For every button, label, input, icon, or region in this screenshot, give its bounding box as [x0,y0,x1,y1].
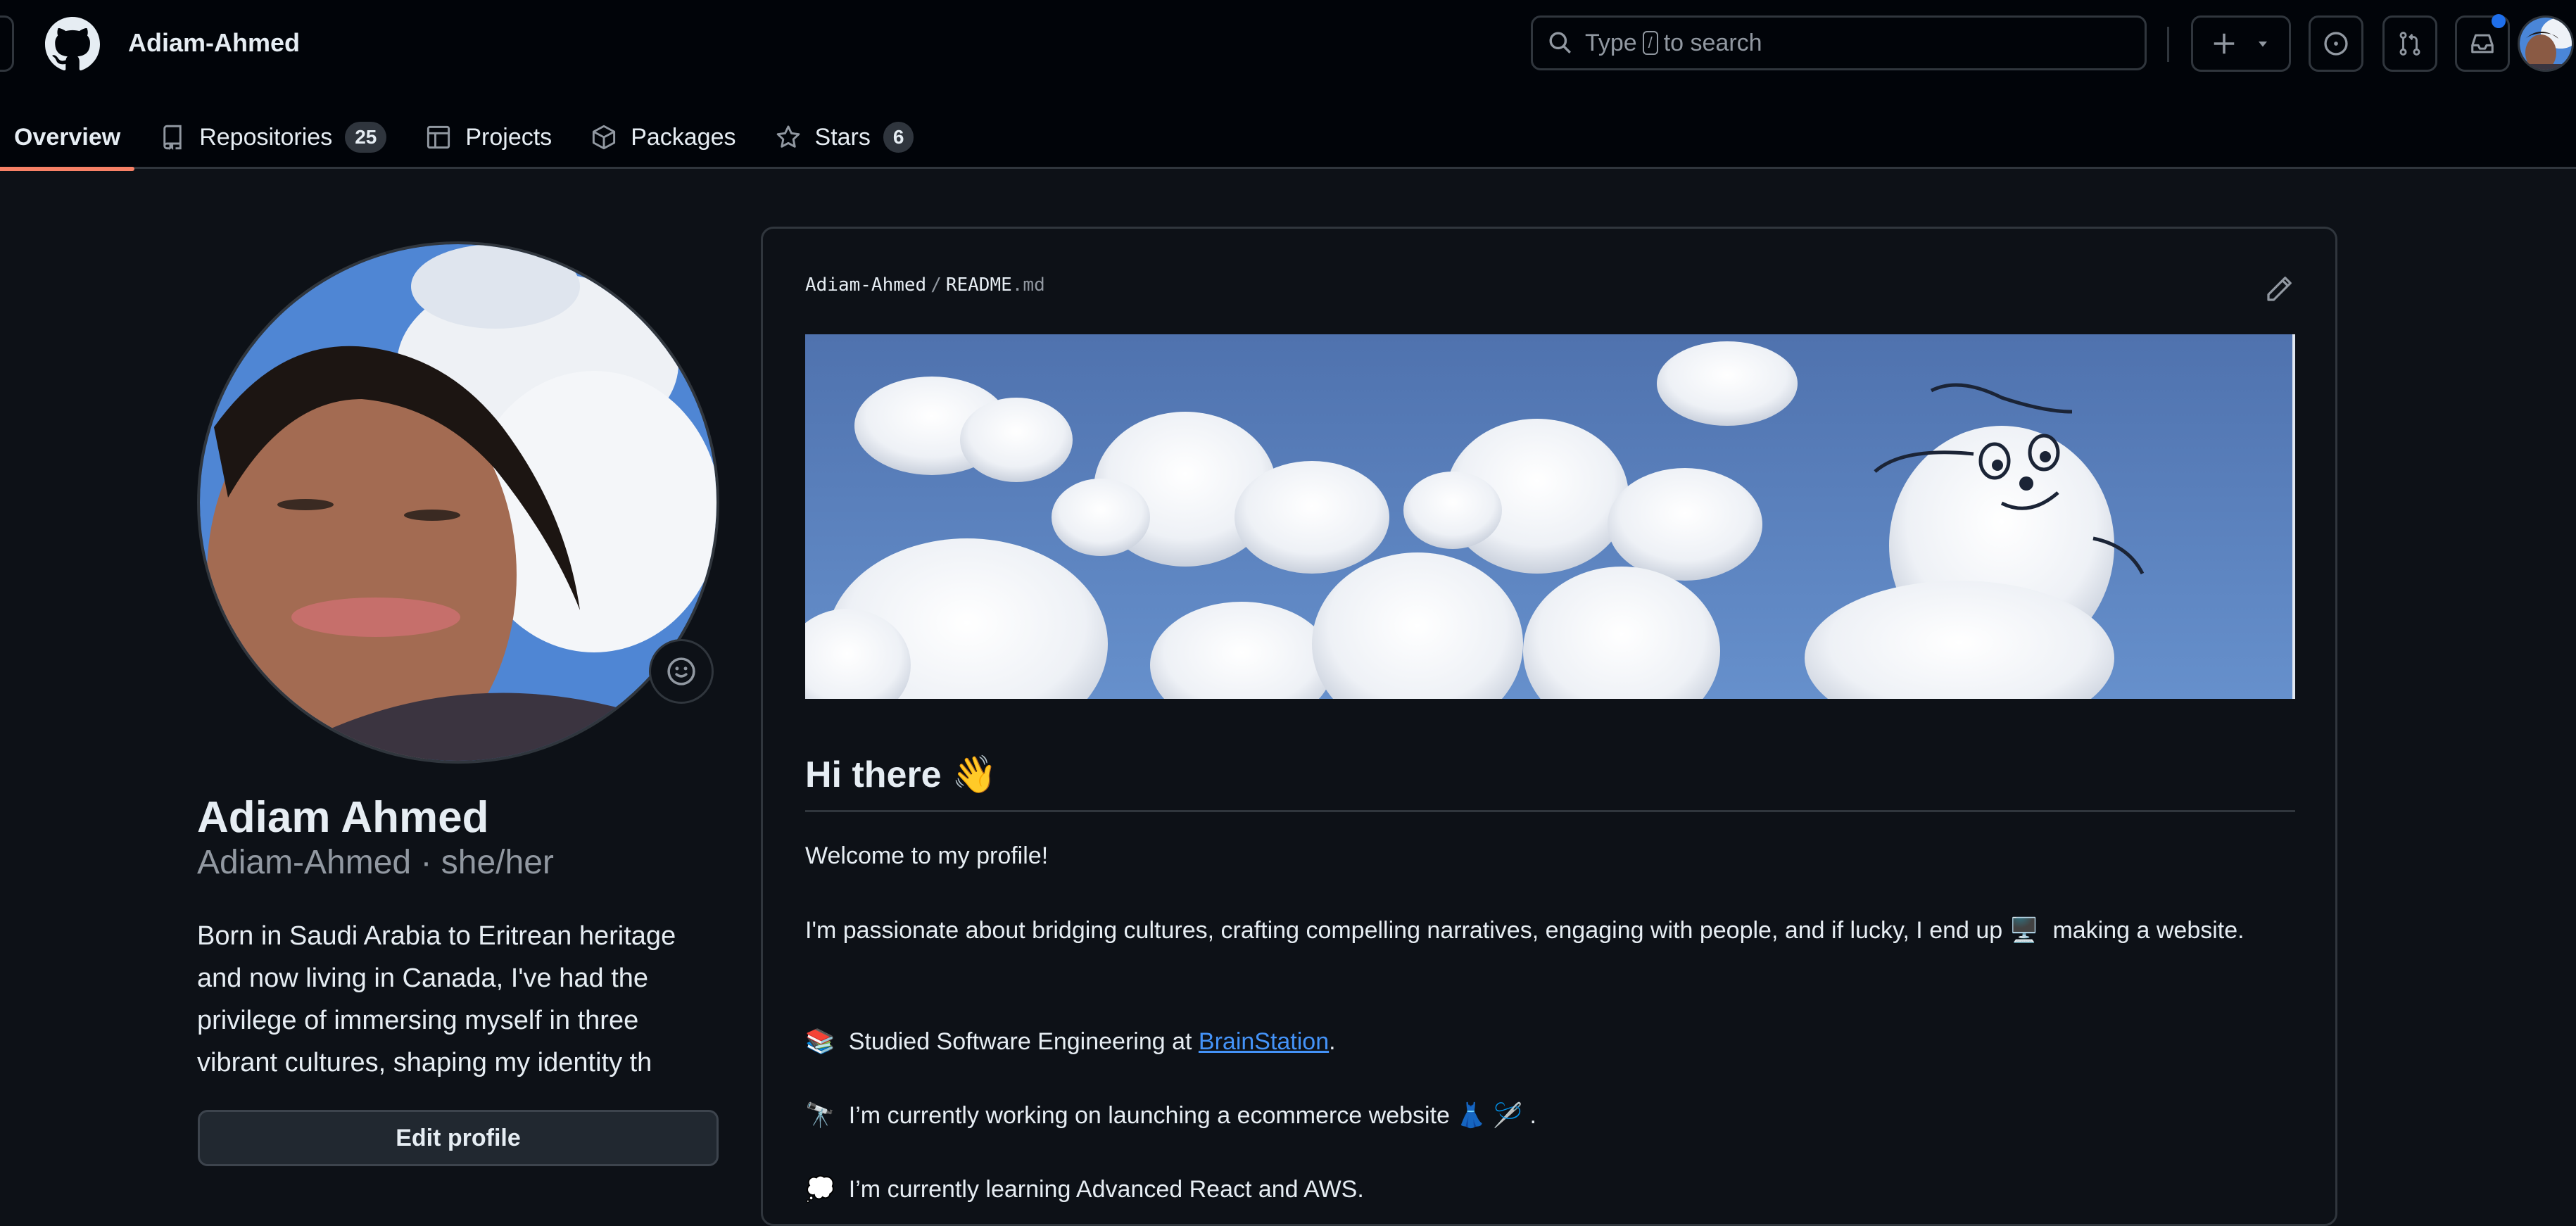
profile-login-pronouns: Adiam-Ahmed · she/her [197,844,554,881]
passion-text: I'm passionate about bridging cultures, … [805,917,2003,944]
welcome-paragraph: Welcome to my profile! [805,842,1049,869]
working-text: I’m currently working on launching a eco… [848,1102,1450,1129]
smiley-icon [667,657,695,685]
profile-tabs: Overview Repositories 25 Projects Packag… [0,106,953,171]
package-icon [593,125,616,150]
create-new-button[interactable] [2191,15,2291,72]
path-separator: / [930,274,942,296]
repo-icon [163,125,182,150]
telescope-icon: 🔭 [805,1102,835,1129]
tab-repositories-label: Repositories [199,123,333,151]
global-header: Adiam-Ahmed Type / to search Overview Re… [0,0,2576,171]
readme-heading-text: Hi there [805,754,942,795]
star-icon [776,125,800,148]
user-avatar-image [2520,18,2572,70]
stars-count-badge: 6 [883,122,914,153]
triangle-down-icon [2259,42,2268,47]
user-avatar-button[interactable] [2518,15,2574,72]
table-icon [427,125,450,149]
learning-text: I’m currently learning Advanced React an… [848,1176,1364,1203]
edit-readme-pencil-icon[interactable] [2265,275,2293,303]
issues-button[interactable] [2309,15,2363,72]
pull-requests-button[interactable] [2382,15,2437,72]
waving-hand-icon: 👋 [952,754,997,795]
thought-balloon-icon: 💭 [805,1176,835,1203]
plus-icon [2214,33,2234,54]
tab-overview[interactable]: Overview [0,106,135,171]
working-item: 🔭 I’m currently working on launching a e… [805,1101,1536,1130]
notification-indicator [2492,14,2506,28]
inbox-icon [2471,34,2494,53]
tab-stars[interactable]: Stars 6 [776,106,914,169]
profile-bio: Born in Saudi Arabia to Eritrean heritag… [197,921,676,1078]
edit-profile-button[interactable]: Edit profile [198,1110,719,1166]
tab-projects-label: Projects [465,123,553,151]
set-status-button[interactable] [649,639,714,704]
git-pull-request-icon [2399,32,2420,56]
working-end: . [1529,1102,1536,1129]
profile-readme-card: Adiam-Ahmed / README.md Hi there 👋 Welco… [761,227,2337,1226]
studied-item: 📚 Studied Software Engineering at BrainS… [805,1028,1336,1056]
passion-paragraph: I'm passionate about bridging cultures, … [805,916,2244,944]
books-icon: 📚 [805,1028,835,1055]
readme-path: Adiam-Ahmed / README.md [805,274,1045,296]
repositories-count-badge: 25 [345,122,387,153]
tab-packages[interactable]: Packages [591,106,736,169]
studied-text: Studied Software Engineering at [848,1028,1192,1055]
dress-needle-icons: 👗 🪡 [1456,1102,1523,1129]
profile-full-name: Adiam Ahmed [197,793,489,842]
issue-opened-icon [2324,32,2348,56]
brainstation-link[interactable]: BrainStation [1199,1028,1329,1055]
search-icon [1549,32,1572,54]
readme-heading: Hi there 👋 [805,753,2295,812]
tab-packages-label: Packages [631,123,736,151]
readme-file-extension: .md [1011,274,1045,296]
readme-banner-image [805,334,2295,699]
search-placeholder-suffix: to search [1663,29,1762,56]
tab-projects[interactable]: Projects [426,106,552,169]
tab-stars-label: Stars [814,123,871,151]
tab-repositories[interactable]: Repositories 25 [160,106,387,169]
profile-owner-link[interactable]: Adiam-Ahmed [128,28,300,58]
tab-overview-label: Overview [14,123,121,151]
learning-item: 💭 I’m currently learning Advanced React … [805,1175,1364,1203]
menu-button[interactable] [0,15,14,72]
readme-file-link[interactable]: README [946,274,1012,296]
passion-text-end: making a website. [2052,917,2244,944]
search-input[interactable]: Type / to search [1531,15,2147,70]
studied-end: . [1329,1028,1336,1055]
slash-key-hint: / [1642,31,1658,55]
header-divider [2167,27,2169,62]
profile-avatar[interactable] [197,241,719,764]
github-logo-icon[interactable] [45,17,100,72]
profile-photo [200,244,716,761]
search-placeholder-prefix: Type [1585,29,1637,56]
readme-owner-link[interactable]: Adiam-Ahmed [805,274,926,296]
computer-icon: 🖥️ [2009,917,2039,944]
